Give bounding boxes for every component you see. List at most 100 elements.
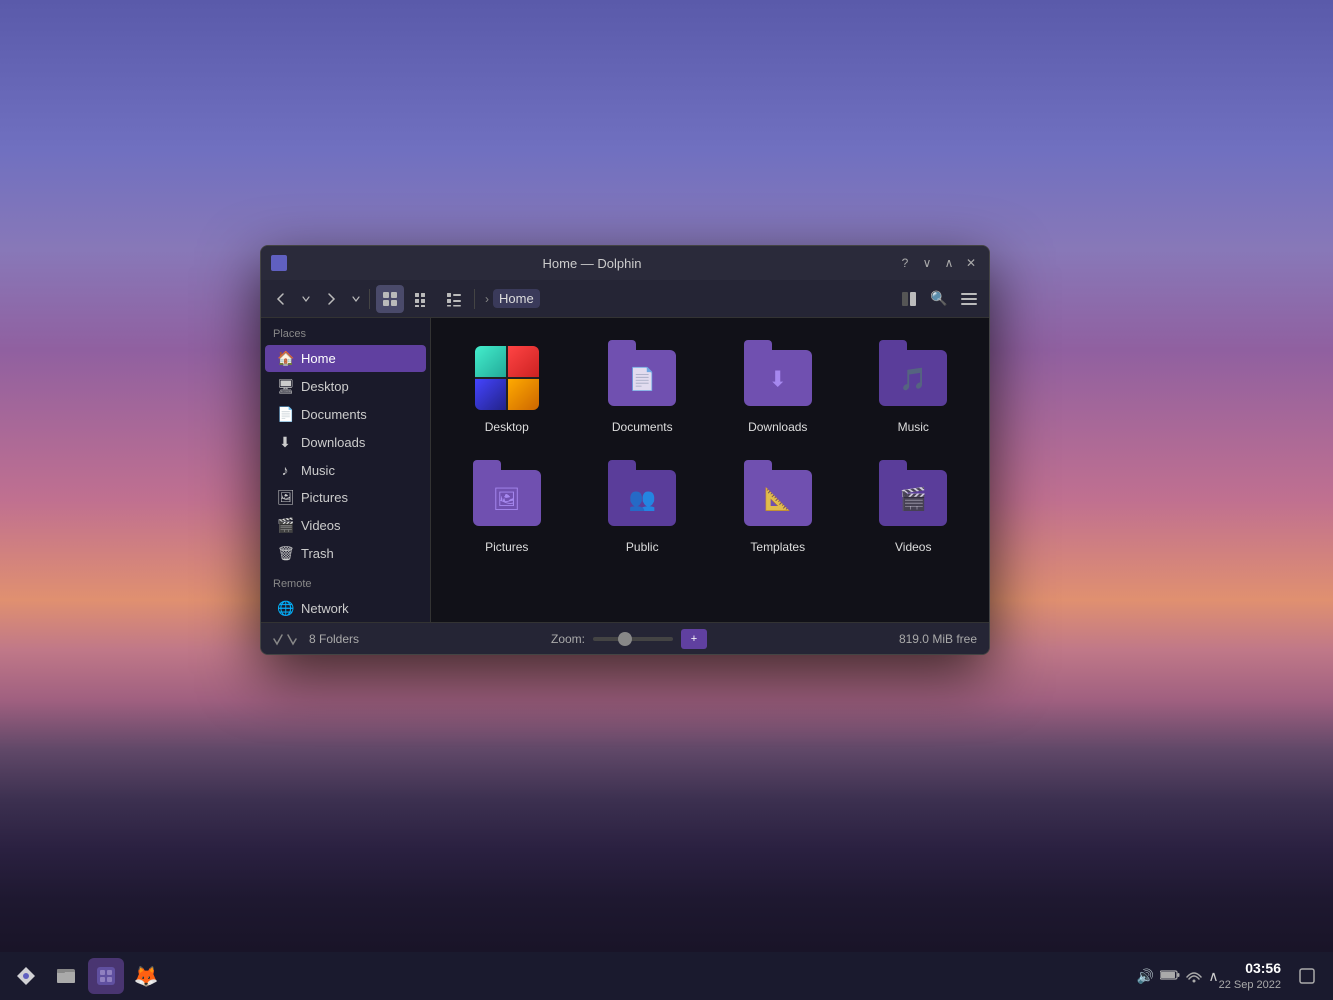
taskbar-files-button[interactable] — [48, 958, 84, 994]
public-folder-icon: 👥 — [606, 462, 678, 534]
file-name-documents: Documents — [612, 420, 673, 434]
zoom-level-button[interactable]: + — [681, 629, 707, 649]
desktop-folder-icon — [471, 342, 543, 414]
music-icon: ♪ — [277, 462, 293, 478]
dolphin-window: Home — Dolphin ? ∨ ∧ ✕ — [260, 245, 990, 655]
clock-time: 03:56 — [1219, 959, 1281, 979]
templates-inner-icon: 📐 — [764, 486, 791, 512]
breadcrumb-arrow: › — [485, 292, 489, 306]
trash-icon: 🗑 — [277, 545, 293, 562]
file-name-downloads: Downloads — [748, 420, 807, 434]
videos-icon: 🎬 — [277, 517, 293, 534]
network-icon: 🌐 — [277, 600, 293, 617]
forward-dropdown-button[interactable] — [349, 285, 363, 313]
search-button[interactable]: 🔍 — [925, 285, 953, 313]
sidebar-item-network-label: Network — [301, 601, 349, 616]
back-button[interactable] — [267, 285, 295, 313]
view-icons-button[interactable] — [376, 285, 404, 313]
sidebar-item-network[interactable]: 🌐 Network — [265, 595, 426, 622]
desktop-icon: 🖥 — [277, 378, 293, 395]
sidebar-item-desktop-label: Desktop — [301, 379, 349, 394]
sidebar-item-videos-label: Videos — [301, 518, 341, 533]
title-bar-left — [271, 255, 287, 271]
file-area: Desktop 📄 Documents ⬇ — [431, 318, 989, 622]
menu-button[interactable] — [955, 285, 983, 313]
places-label: Places — [261, 318, 430, 344]
file-item-music[interactable]: 🎵 Music — [850, 330, 978, 442]
volume-icon[interactable]: 🔊 — [1137, 968, 1154, 985]
sidebar-item-music-label: Music — [301, 463, 335, 478]
view-details-button[interactable] — [440, 285, 468, 313]
taskbar-clock[interactable]: 03:56 22 Sep 2022 — [1219, 959, 1281, 994]
minimize-button[interactable]: ∨ — [919, 255, 935, 271]
sidebar-item-home[interactable]: 🏠 Home — [265, 345, 426, 372]
status-free-space: 819.0 MiB free — [899, 632, 977, 646]
maximize-button[interactable]: ∧ — [941, 255, 957, 271]
toolbar-separator-1 — [369, 289, 370, 309]
file-name-templates: Templates — [750, 540, 805, 554]
window-title: Home — Dolphin — [287, 256, 897, 271]
downloads-folder-icon: ⬇ — [742, 342, 814, 414]
file-item-desktop[interactable]: Desktop — [443, 330, 571, 442]
toolbar: › Home 🔍 — [261, 280, 989, 318]
documents-icon: 📄 — [277, 406, 293, 423]
public-inner-icon: 👥 — [629, 486, 656, 512]
sidebar-item-downloads[interactable]: ⬇ Downloads — [265, 429, 426, 456]
file-item-documents[interactable]: 📄 Documents — [579, 330, 707, 442]
toolbar-right: 🔍 — [895, 285, 983, 313]
back-dropdown-button[interactable] — [299, 285, 313, 313]
file-grid: Desktop 📄 Documents ⬇ — [443, 330, 977, 562]
zoom-thumb — [618, 632, 632, 646]
templates-folder-icon: 📐 — [742, 462, 814, 534]
sidebar-item-trash[interactable]: 🗑 Trash — [265, 540, 426, 567]
title-bar: Home — Dolphin ? ∨ ∧ ✕ — [261, 246, 989, 280]
network-tray-icon[interactable] — [1186, 967, 1202, 986]
taskbar-firefox-button[interactable]: 🦊 — [128, 958, 164, 994]
home-icon: 🏠 — [277, 350, 293, 367]
downloads-icon: ⬇ — [277, 434, 293, 451]
sidebar-item-documents[interactable]: 📄 Documents — [265, 401, 426, 428]
pictures-inner-icon: 🖼 — [493, 486, 521, 512]
taskbar-left: 🦊 — [8, 958, 1137, 994]
view-compact-button[interactable] — [408, 285, 436, 313]
toolbar-separator-2 — [474, 289, 475, 309]
sidebar-item-pictures-label: Pictures — [301, 490, 348, 505]
music-folder-icon: 🎵 — [877, 342, 949, 414]
documents-folder-icon: 📄 — [606, 342, 678, 414]
expand-tray-icon[interactable]: ∧ — [1208, 968, 1218, 985]
file-item-templates[interactable]: 📐 Templates — [714, 450, 842, 562]
sidebar-item-desktop[interactable]: 🖥 Desktop — [265, 373, 426, 400]
file-item-videos[interactable]: 🎬 Videos — [850, 450, 978, 562]
sidebar-item-documents-label: Documents — [301, 407, 367, 422]
sidebar-item-music[interactable]: ♪ Music — [265, 457, 426, 483]
sidebar-item-trash-label: Trash — [301, 546, 334, 561]
file-name-pictures: Pictures — [485, 540, 528, 554]
zoom-label: Zoom: — [551, 632, 585, 646]
taskbar-dolphin-button[interactable] — [88, 958, 124, 994]
file-item-public[interactable]: 👥 Public — [579, 450, 707, 562]
address-bar: › Home — [481, 289, 891, 308]
forward-button[interactable] — [317, 285, 345, 313]
battery-icon — [1160, 968, 1180, 984]
show-desktop-button[interactable] — [1289, 958, 1325, 994]
music-inner-icon: 🎵 — [900, 366, 927, 392]
taskbar-apps-button[interactable] — [8, 958, 44, 994]
help-button[interactable]: ? — [897, 255, 913, 271]
breadcrumb-home[interactable]: Home — [493, 289, 540, 308]
remote-label: Remote — [261, 568, 430, 594]
file-name-desktop: Desktop — [485, 420, 529, 434]
taskbar-sys-icons: 🔊 ∧ — [1137, 967, 1219, 986]
view-toggle-button[interactable] — [895, 285, 923, 313]
file-name-public: Public — [626, 540, 659, 554]
pictures-folder-icon: 🖼 — [471, 462, 543, 534]
sidebar-item-pictures[interactable]: 🖼 Pictures — [265, 484, 426, 511]
sidebar-item-downloads-label: Downloads — [301, 435, 365, 450]
sidebar: Places 🏠 Home 🖥 Desktop 📄 Documents ⬇ Do… — [261, 318, 431, 622]
file-item-downloads[interactable]: ⬇ Downloads — [714, 330, 842, 442]
pictures-icon: 🖼 — [277, 489, 293, 506]
zoom-slider[interactable] — [593, 637, 673, 641]
sidebar-item-videos[interactable]: 🎬 Videos — [265, 512, 426, 539]
documents-inner-icon: 📄 — [629, 366, 656, 392]
close-button[interactable]: ✕ — [963, 255, 979, 271]
file-item-pictures[interactable]: 🖼 Pictures — [443, 450, 571, 562]
